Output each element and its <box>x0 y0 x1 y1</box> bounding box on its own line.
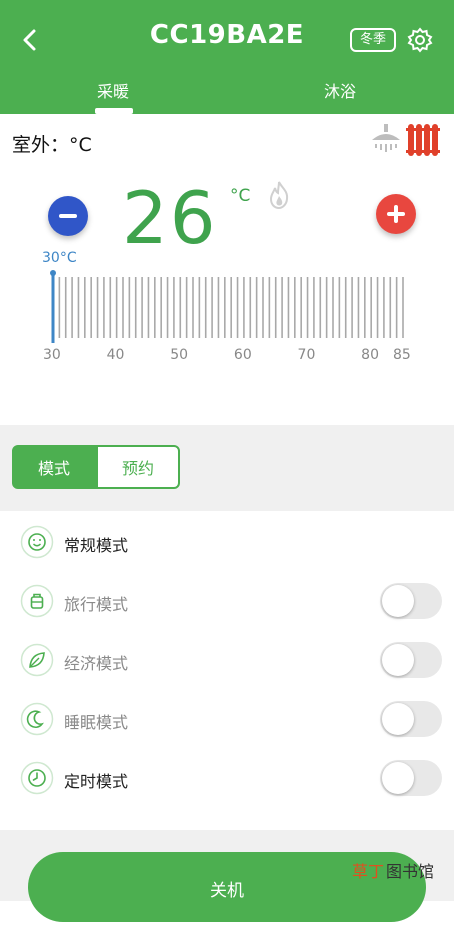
increase-temp-button[interactable] <box>376 194 416 234</box>
smile-icon <box>20 525 54 559</box>
scale-label: 50 <box>170 347 189 363</box>
active-tab-indicator <box>95 108 133 114</box>
tab-schedule[interactable]: 预约 <box>96 445 180 489</box>
watermark: 草丁 图书馆 <box>352 858 434 882</box>
watermark-part1: 草丁 <box>352 862 385 881</box>
scale-label: 85 <box>393 347 411 363</box>
toggle-sleep-mode[interactable] <box>380 701 442 737</box>
mode-label-timer: 定时模式 <box>64 772 129 791</box>
tab-mode[interactable]: 模式 <box>12 445 96 489</box>
mode-label-travel: 旅行模式 <box>64 595 129 614</box>
toggle-timer-mode[interactable] <box>380 760 442 796</box>
temperature-unit: °C <box>230 186 251 206</box>
outdoor-temperature: 室外：°C <box>12 134 92 156</box>
mode-label-normal: 常规模式 <box>64 536 129 555</box>
tab-heating[interactable]: 采暖 <box>78 78 148 102</box>
leaf-icon <box>20 643 54 677</box>
mode-label-economy: 经济模式 <box>64 654 129 673</box>
radiator-icon[interactable] <box>406 120 440 158</box>
scale-label: 30 <box>43 347 61 363</box>
toggle-travel-mode[interactable] <box>380 583 442 619</box>
gear-icon[interactable] <box>406 26 434 54</box>
header: CC19BA2E 冬季 采暖 沐浴 <box>0 0 454 114</box>
luggage-icon <box>20 584 54 618</box>
temperature-value: 26 <box>122 176 218 260</box>
mode-row-timer: 定时模式 <box>0 749 454 807</box>
decrease-temp-button[interactable] <box>48 196 88 236</box>
flame-icon <box>269 181 289 210</box>
scale-label: 60 <box>233 347 252 363</box>
moon-icon <box>20 702 54 736</box>
tab-bath[interactable]: 沐浴 <box>305 78 375 102</box>
toggle-economy-mode[interactable] <box>380 642 442 678</box>
scale-label: 70 <box>297 347 316 363</box>
scale-label: 80 <box>361 347 379 363</box>
season-badge[interactable]: 冬季 <box>350 28 397 52</box>
mode-row-sleep: 睡眠模式 <box>0 690 454 748</box>
mode-row-normal[interactable]: 常规模式 <box>0 513 454 571</box>
scale-label: 40 <box>106 347 125 363</box>
scale-knob[interactable] <box>50 270 56 276</box>
clock-icon <box>20 761 54 795</box>
scale-current-label: 30°C <box>42 250 77 266</box>
watermark-part2: 图书馆 <box>386 862 435 881</box>
mode-label-sleep: 睡眠模式 <box>64 713 129 732</box>
mode-row-economy: 经济模式 <box>0 631 454 689</box>
mode-row-travel: 旅行模式 <box>0 572 454 630</box>
shower-icon[interactable] <box>368 122 404 158</box>
